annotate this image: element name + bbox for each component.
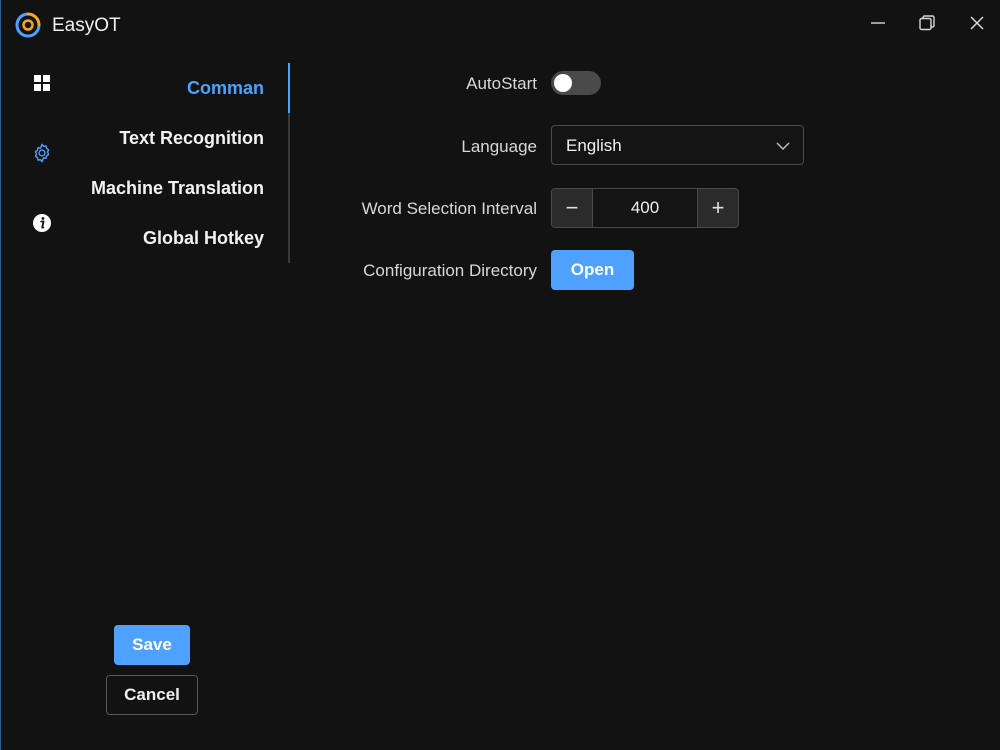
save-button[interactable]: Save bbox=[114, 625, 190, 665]
language-select[interactable]: English bbox=[551, 125, 804, 165]
gear-icon bbox=[31, 142, 53, 169]
interval-input[interactable]: 400 bbox=[593, 189, 697, 227]
app-title: EasyOT bbox=[52, 15, 121, 36]
close-button[interactable] bbox=[962, 10, 992, 40]
open-config-dir-button[interactable]: Open bbox=[551, 250, 634, 290]
decrement-button[interactable]: − bbox=[552, 189, 593, 227]
increment-button[interactable]: + bbox=[697, 189, 738, 227]
config-dir-label: Configuration Directory bbox=[363, 261, 537, 280]
minimize-icon bbox=[869, 14, 887, 37]
rail-item-about[interactable] bbox=[29, 212, 55, 238]
minimize-button[interactable] bbox=[863, 10, 893, 40]
rail-item-home[interactable] bbox=[29, 72, 55, 98]
maximize-button[interactable] bbox=[912, 10, 942, 40]
info-icon bbox=[32, 213, 52, 238]
rail-item-settings[interactable] bbox=[29, 142, 55, 168]
autostart-label: AutoStart bbox=[466, 74, 537, 93]
plus-icon: + bbox=[711, 195, 725, 220]
minus-icon: − bbox=[565, 195, 579, 220]
cancel-button[interactable]: Cancel bbox=[106, 675, 198, 715]
interval-stepper: − 400 + bbox=[551, 188, 739, 228]
nav-item-global-hotkey[interactable]: Global Hotkey bbox=[143, 213, 264, 263]
app-window: EasyOT Comman Text Recognition Machine T… bbox=[0, 0, 1000, 750]
title-bar: EasyOT bbox=[1, 0, 1000, 50]
close-icon bbox=[968, 14, 986, 37]
interval-label: Word Selection Interval bbox=[361, 199, 537, 218]
autostart-toggle[interactable] bbox=[551, 71, 601, 95]
language-label: Language bbox=[461, 137, 537, 156]
language-select-value: English bbox=[566, 136, 622, 155]
maximize-icon bbox=[918, 14, 936, 37]
chevron-down-icon bbox=[775, 139, 791, 151]
easyot-logo-icon bbox=[14, 11, 42, 39]
toggle-knob bbox=[554, 74, 572, 92]
apps-grid-icon bbox=[33, 74, 51, 97]
